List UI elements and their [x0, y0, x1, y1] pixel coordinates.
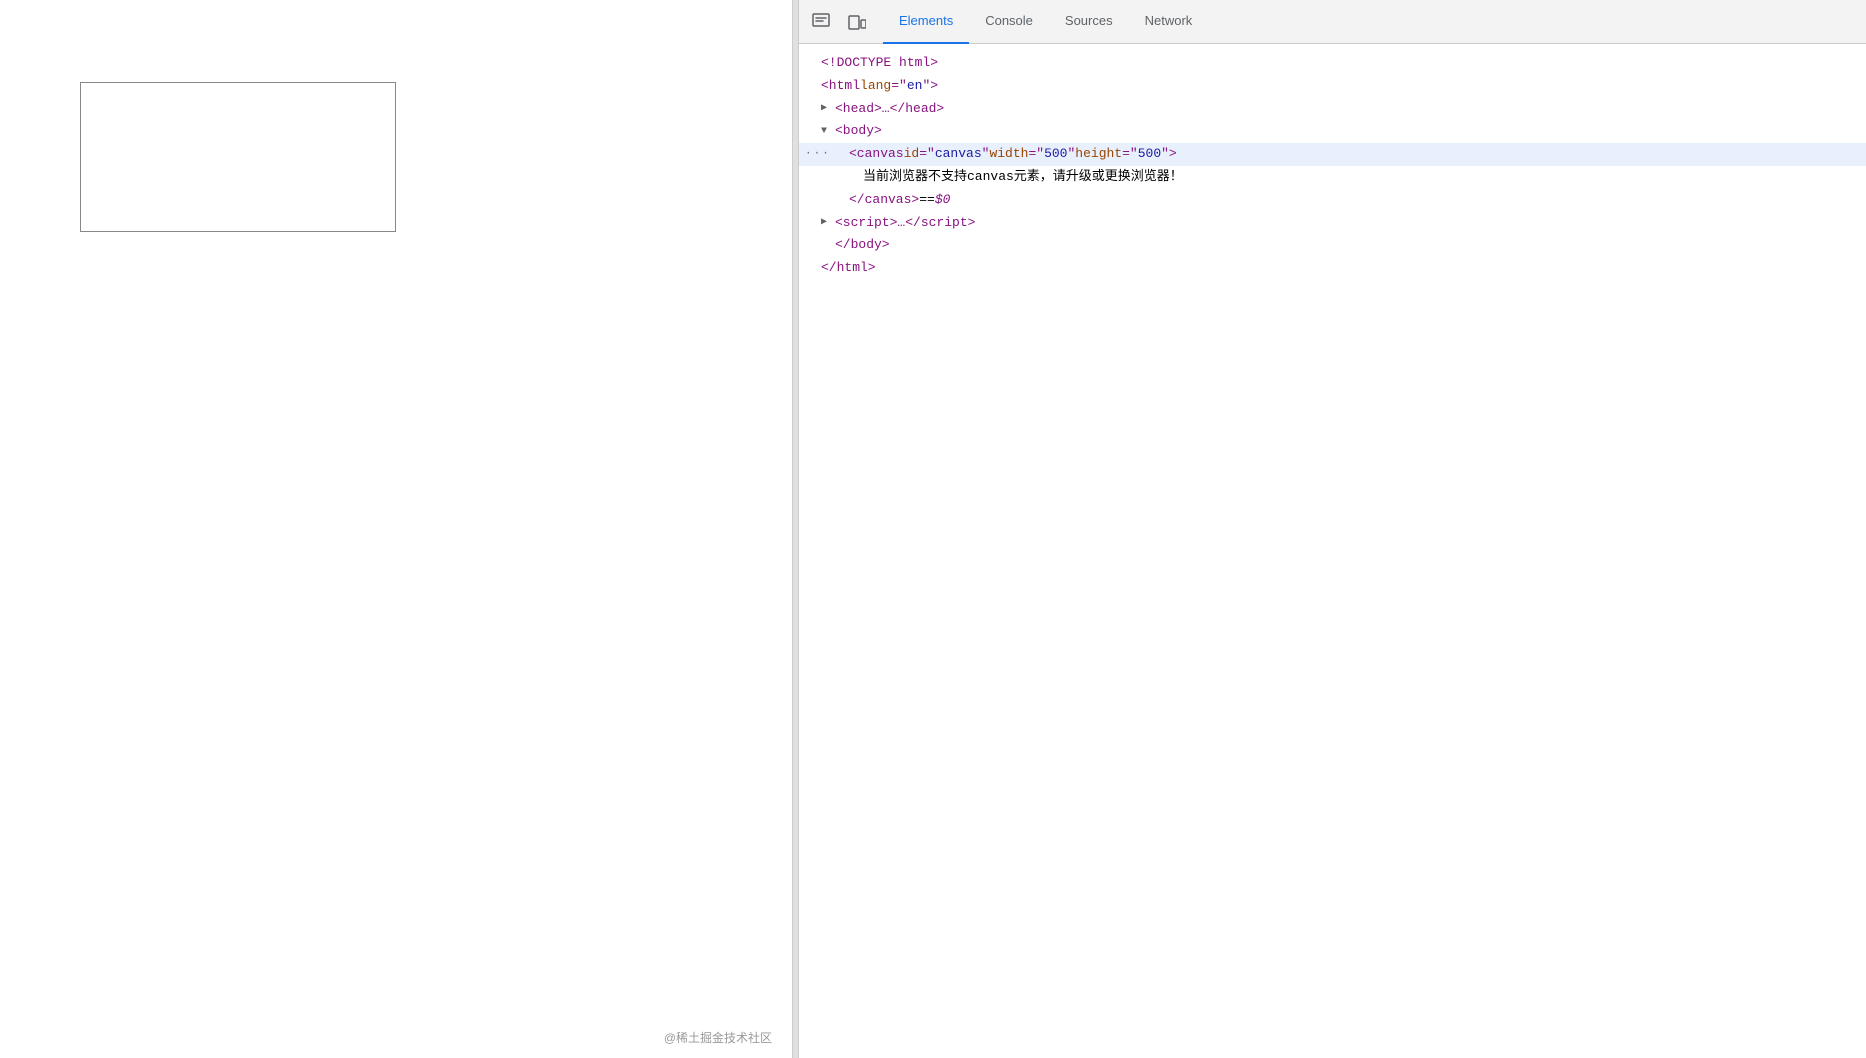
canvas-close-tag: </canvas> [849, 190, 919, 211]
inspect-element-button[interactable] [803, 4, 839, 40]
canvas-preview [80, 82, 396, 232]
canvas-close-line[interactable]: </canvas> == $0 [799, 189, 1866, 212]
canvas-width-value: 500 [1044, 144, 1067, 165]
html-tree: <!DOCTYPE html> <html lang="en"> <head>…… [799, 44, 1866, 1058]
devtools-toolbar: Elements Console Sources Network [799, 0, 1866, 44]
triangle-script[interactable] [821, 215, 835, 231]
body-line[interactable]: <body> [799, 120, 1866, 143]
tab-sources[interactable]: Sources [1049, 0, 1129, 44]
head-line[interactable]: <head>…</head> [799, 98, 1866, 121]
triangle-head[interactable] [821, 101, 835, 117]
watermark: @稀土掘金技术社区 [664, 1029, 772, 1046]
canvas-height-attr: height [1075, 144, 1122, 165]
html-open-line[interactable]: <html lang="en"> [799, 75, 1866, 98]
canvas-open-line[interactable]: ··· <canvas id="canvas" width="500" heig… [799, 143, 1866, 166]
script-tag: <script>…</script> [835, 213, 975, 234]
tab-network[interactable]: Network [1129, 0, 1209, 44]
canvas-text-line[interactable]: 当前浏览器不支持canvas元素，请升级或更换浏览器！ [799, 166, 1866, 189]
head-tag: <head>…</head> [835, 99, 944, 120]
html-tag-open: <html [821, 76, 860, 97]
body-close-tag: </body> [835, 235, 890, 256]
canvas-eq1: =" [919, 144, 935, 165]
html-close-line[interactable]: </html> [799, 257, 1866, 280]
html-attr-name: lang [860, 76, 891, 97]
html-tag-close: "> [922, 76, 938, 97]
dots-indicator: ··· [805, 146, 831, 164]
devtools-tabs: Elements Console Sources Network [883, 0, 1208, 43]
canvas-id-value: canvas [935, 144, 982, 165]
tab-console[interactable]: Console [969, 0, 1049, 44]
canvas-dollar-ref: $0 [935, 190, 951, 211]
script-line[interactable]: <script>…</script> [799, 212, 1866, 235]
canvas-id-attr: id [904, 144, 920, 165]
canvas-equals: == [919, 190, 935, 211]
doctype-text: <!DOCTYPE html> [821, 53, 938, 74]
device-toggle-button[interactable] [839, 4, 875, 40]
devtools-panel: Elements Console Sources Network <!DOCTY… [798, 0, 1866, 1058]
canvas-fallback-text: 当前浏览器不支持canvas元素，请升级或更换浏览器！ [863, 167, 1183, 188]
canvas-id-close: " [982, 144, 990, 165]
html-attr-eq: =" [891, 76, 907, 97]
doctype-line[interactable]: <!DOCTYPE html> [799, 52, 1866, 75]
canvas-height-value: 500 [1138, 144, 1161, 165]
browser-viewport: @稀土掘金技术社区 [0, 0, 793, 1058]
html-close-tag: </html> [821, 258, 876, 279]
body-close-line[interactable]: </body> [799, 234, 1866, 257]
triangle-body[interactable] [821, 124, 835, 140]
body-tag: <body> [835, 121, 882, 142]
canvas-width-attr: width [989, 144, 1028, 165]
tab-elements[interactable]: Elements [883, 0, 969, 44]
canvas-tag-open: <canvas [849, 144, 904, 165]
html-attr-value: en [907, 76, 923, 97]
